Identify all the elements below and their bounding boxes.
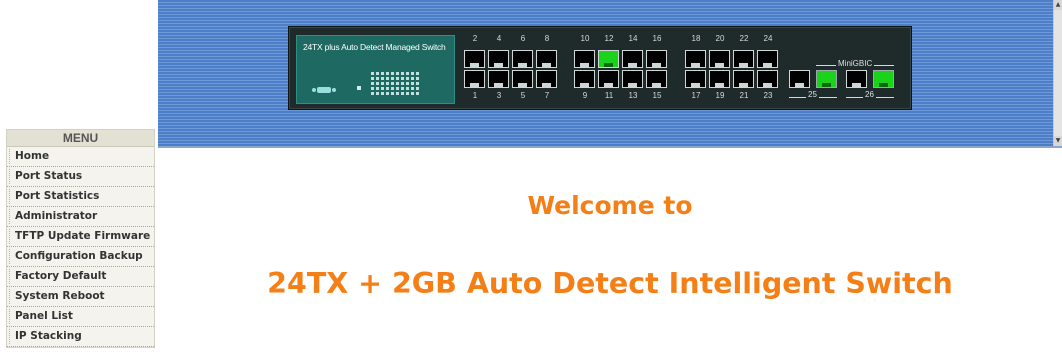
port-label-21: 21	[739, 91, 749, 100]
port-label-9: 9	[582, 91, 588, 100]
menu-title: MENU	[7, 130, 154, 147]
port-15[interactable]	[646, 70, 667, 88]
welcome-heading: Welcome to	[527, 191, 693, 220]
port-26-copper[interactable]	[846, 70, 867, 88]
led-matrix-icon	[371, 72, 419, 96]
port-25-copper[interactable]	[789, 70, 810, 88]
port-16[interactable]	[646, 50, 667, 68]
minigbic-label: MiniGBIC	[836, 59, 875, 68]
port-label-12: 12	[604, 34, 614, 43]
menu-item-port-statistics[interactable]: Port Statistics	[7, 187, 154, 207]
menu-item-port-status[interactable]: Port Status	[7, 167, 154, 187]
port-23[interactable]	[757, 70, 778, 88]
port-label-2: 2	[472, 34, 478, 43]
scroll-up-icon[interactable]: ▲	[1054, 0, 1062, 10]
menu-item-home[interactable]: Home	[7, 147, 154, 167]
menu-item-administrator[interactable]: Administrator	[7, 207, 154, 227]
port-label-8: 8	[544, 34, 550, 43]
menu-item-panel-list[interactable]: Panel List	[7, 307, 154, 327]
port-5[interactable]	[512, 70, 533, 88]
port-3[interactable]	[488, 70, 509, 88]
menu-item-factory-default[interactable]: Factory Default	[7, 267, 154, 287]
port-26-sfp[interactable]	[873, 70, 894, 88]
port-label-1: 1	[472, 91, 478, 100]
port-label-23: 23	[763, 91, 773, 100]
menu-item-tftp-update-firmware[interactable]: TFTP Update Firmware	[7, 227, 154, 247]
port-label-19: 19	[715, 91, 725, 100]
port-18[interactable]	[685, 50, 706, 68]
console-port-icon	[312, 86, 336, 94]
port-14[interactable]	[622, 50, 643, 68]
port-label-10: 10	[580, 34, 590, 43]
product-title: 24TX + 2GB Auto Detect Intelligent Switc…	[267, 267, 953, 300]
port-11[interactable]	[598, 70, 619, 88]
port-4[interactable]	[488, 50, 509, 68]
port-13[interactable]	[622, 70, 643, 88]
port-label-11: 11	[604, 91, 614, 100]
port-9[interactable]	[574, 70, 595, 88]
port-20[interactable]	[709, 50, 730, 68]
switch-panel-frame: 24TX plus Auto Detect Managed Switch 214…	[158, 0, 1062, 148]
port-label-13: 13	[628, 91, 638, 100]
port-24[interactable]	[757, 50, 778, 68]
port-26-label: 26	[863, 90, 876, 99]
port-label-15: 15	[652, 91, 662, 100]
port-6[interactable]	[512, 50, 533, 68]
port-7[interactable]	[536, 70, 557, 88]
port-label-5: 5	[520, 91, 526, 100]
port-label-18: 18	[691, 34, 701, 43]
port-25-sfp[interactable]	[816, 70, 837, 88]
scroll-down-icon[interactable]: ▼	[1054, 136, 1062, 146]
switch-front-panel: 24TX plus Auto Detect Managed Switch 214…	[288, 26, 912, 110]
port-label-16: 16	[652, 34, 662, 43]
port-1[interactable]	[464, 70, 485, 88]
sidebar-menu: MENU Home Port Status Port Statistics Ad…	[6, 129, 155, 348]
menu-item-ip-stacking[interactable]: IP Stacking	[7, 327, 154, 347]
port-2[interactable]	[464, 50, 485, 68]
port-21[interactable]	[733, 70, 754, 88]
port-label-4: 4	[496, 34, 502, 43]
port-12[interactable]	[598, 50, 619, 68]
port-label-24: 24	[763, 34, 773, 43]
panel-title: 24TX plus Auto Detect Managed Switch	[303, 42, 446, 52]
menu-item-configuration-backup[interactable]: Configuration Backup	[7, 247, 154, 267]
menu-item-system-reboot[interactable]: System Reboot	[7, 287, 154, 307]
port-label-14: 14	[628, 34, 638, 43]
port-label-7: 7	[544, 91, 550, 100]
port-25-label: 25	[806, 90, 819, 99]
port-label-17: 17	[691, 91, 701, 100]
port-label-6: 6	[520, 34, 526, 43]
port-10[interactable]	[574, 50, 595, 68]
power-led-icon	[357, 86, 361, 90]
port-label-22: 22	[739, 34, 749, 43]
port-label-3: 3	[496, 91, 502, 100]
port-17[interactable]	[685, 70, 706, 88]
port-22[interactable]	[733, 50, 754, 68]
panel-label-box: 24TX plus Auto Detect Managed Switch	[296, 35, 455, 104]
top-frame-scrollbar[interactable]: ▲ ▼	[1053, 0, 1062, 146]
port-19[interactable]	[709, 70, 730, 88]
port-label-20: 20	[715, 34, 725, 43]
port-8[interactable]	[536, 50, 557, 68]
